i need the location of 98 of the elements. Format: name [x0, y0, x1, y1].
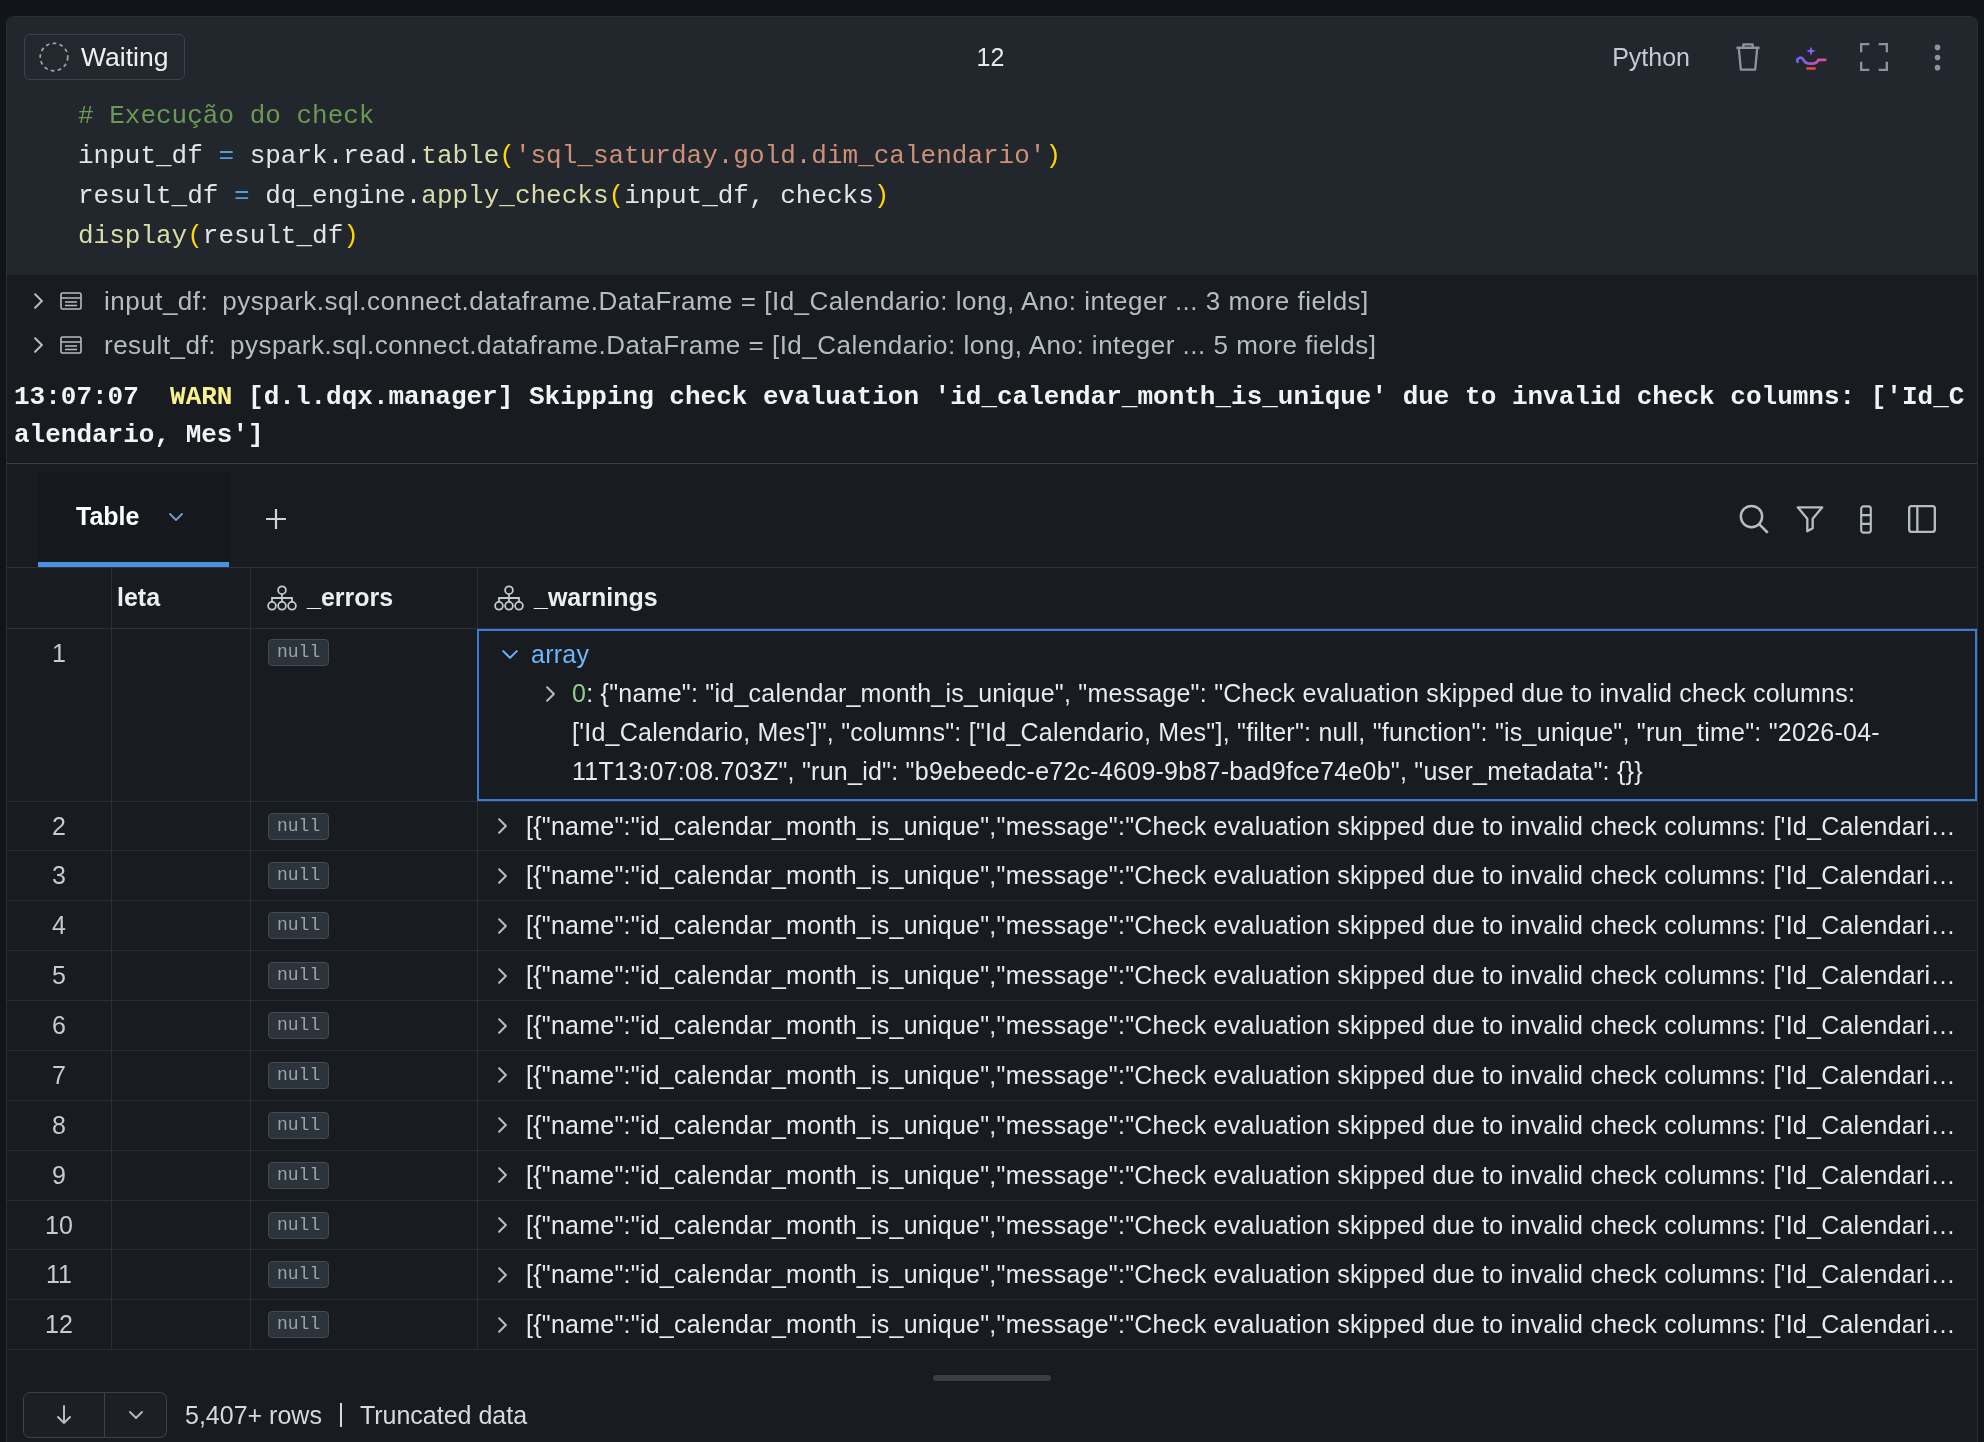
filter-icon[interactable]	[1796, 505, 1824, 534]
chevron-right-icon[interactable]	[498, 917, 507, 934]
schema-text: pyspark.sql.connect.dataframe.DataFrame = [Id_Calendario: long, Ano: integer ... 3 more fields]	[222, 285, 1369, 317]
chevron-right-icon[interactable]	[498, 1067, 507, 1084]
variable-name: result_df:	[104, 329, 216, 361]
json-summary: [{"name":"id_calendar_month_is_unique","message":"Check evaluation skipped due to invalid check columns: ['Id_Calendari…	[526, 811, 1956, 841]
log-message: 13:07:07 WARN [d.l.dqx.manager] Skipping check evaluation 'id_calendar_month_is_unique' due to invalid check columns: ['Id_Calendario, Mes']	[14, 381, 1966, 452]
chevron-right-icon[interactable]	[498, 818, 507, 834]
json-cell[interactable]: [{"name":"id_calendar_month_is_unique","message":"Check evaluation skipped due to invalid check columns: ['Id_Calendari…	[477, 1100, 1977, 1150]
table-icon	[60, 292, 82, 310]
json-cell[interactable]: [{"name":"id_calendar_month_is_unique","message":"Check evaluation skipped due to invalid check columns: ['Id_Calendari…	[477, 851, 1977, 901]
chevron-right-icon[interactable]	[34, 337, 43, 353]
chevron-right-icon[interactable]	[498, 867, 507, 884]
json-summary: [{"name":"id_calendar_month_is_unique","message":"Check evaluation skipped due to invalid check columns: ['Id_Calendari…	[526, 1110, 1956, 1140]
json-summary: [{"name":"id_calendar_month_is_unique","message":"Check evaluation skipped due to invalid check columns: ['Id_Calendari…	[526, 1260, 1956, 1290]
variable-name: input_df:	[104, 285, 209, 317]
json-summary: [{"name":"id_calendar_month_is_unique","message":"Check evaluation skipped due to invalid check columns: ['Id_Calendari…	[526, 861, 1956, 891]
json-summary: [{"name":"id_calendar_month_is_unique","message":"Check evaluation skipped due to invalid check columns: ['Id_Calendari…	[526, 1060, 1956, 1090]
json-summary: [{"name":"id_calendar_month_is_unique","message":"Check evaluation skipped due to invalid check columns: ['Id_Calendari…	[526, 961, 1956, 991]
arrow-down-icon	[56, 1405, 72, 1426]
chevron-right-icon[interactable]	[498, 1217, 507, 1233]
hierarchy-icon	[494, 584, 524, 611]
hierarchy-icon	[267, 584, 297, 611]
null-badge: null	[268, 1261, 330, 1289]
json-cell[interactable]: [{"name":"id_calendar_month_is_unique","message":"Check evaluation skipped due to invalid check columns: ['Id_Calendari…	[477, 1001, 1977, 1050]
sidebar-icon[interactable]	[1908, 505, 1936, 534]
row-number: 8	[52, 1110, 66, 1140]
column-bar-icon[interactable]	[1860, 504, 1872, 534]
cell-number: 12	[976, 42, 1005, 72]
chevron-down-icon[interactable]	[169, 512, 184, 521]
trash-icon[interactable]	[1735, 42, 1761, 72]
chevron-right-icon[interactable]	[498, 1316, 507, 1333]
plus-icon[interactable]	[265, 508, 288, 531]
json-cell[interactable]: [{"name":"id_calendar_month_is_unique","message":"Check evaluation skipped due to invalid check columns: ['Id_Calendari…	[477, 1300, 1977, 1350]
code-line: input_df = spark.read.table('sql_saturday.gold.dim_calendario')	[78, 140, 1061, 173]
table-icon	[60, 336, 82, 354]
row-number: 12	[45, 1310, 73, 1340]
null-badge: null	[268, 812, 330, 840]
row-number: 10	[45, 1210, 73, 1240]
null-badge: null	[268, 638, 330, 666]
column-header[interactable]: _errors	[307, 583, 394, 613]
null-badge: null	[268, 1161, 330, 1189]
row-number: 3	[52, 861, 66, 891]
json-cell[interactable]: [{"name":"id_calendar_month_is_unique","message":"Check evaluation skipped due to invalid check columns: ['Id_Calendari…	[477, 1150, 1977, 1200]
json-cell[interactable]: [{"name":"id_calendar_month_is_unique","message":"Check evaluation skipped due to invalid check columns: ['Id_Calendari…	[477, 901, 1977, 951]
chevron-down-icon[interactable]	[502, 649, 518, 659]
json-summary: [{"name":"id_calendar_month_is_unique","message":"Check evaluation skipped due to invalid check columns: ['Id_Calendari…	[526, 911, 1956, 941]
search-icon[interactable]	[1739, 504, 1769, 535]
null-badge: null	[268, 1311, 330, 1339]
row-number: 6	[52, 1011, 66, 1040]
status-button[interactable]: Waiting	[24, 34, 186, 80]
null-badge: null	[268, 912, 330, 940]
json-cell[interactable]	[477, 628, 1977, 801]
chevron-down-icon	[128, 1411, 143, 1420]
column-header[interactable]: leta	[117, 583, 161, 613]
chevron-right-icon[interactable]	[498, 1117, 507, 1134]
code-line: display(result_df)	[78, 220, 359, 253]
json-summary: [{"name":"id_calendar_month_is_unique","message":"Check evaluation skipped due to invalid check columns: ['Id_Calendari…	[526, 1160, 1956, 1190]
json-cell[interactable]: [{"name":"id_calendar_month_is_unique","message":"Check evaluation skipped due to invalid check columns: ['Id_Calendari…	[477, 951, 1977, 1001]
row-number: 11	[46, 1260, 72, 1290]
column-header[interactable]: _warnings	[534, 583, 658, 613]
language-selector[interactable]: Python	[1612, 42, 1690, 72]
row-number: 7	[52, 1060, 66, 1090]
fullscreen-icon[interactable]	[1860, 43, 1888, 71]
type-label: array	[531, 639, 590, 669]
null-badge: null	[268, 1211, 330, 1239]
chevron-right-icon[interactable]	[498, 967, 507, 984]
more-options-icon[interactable]	[1933, 43, 1941, 71]
null-badge: null	[268, 862, 330, 890]
code-line: result_df = dq_engine.apply_checks(input_df, checks)	[78, 180, 890, 213]
json-cell[interactable]: [{"name":"id_calendar_month_is_unique","message":"Check evaluation skipped due to invalid check columns: ['Id_Calendari…	[477, 1050, 1977, 1100]
schema-text: pyspark.sql.connect.dataframe.DataFrame = [Id_Calendario: long, Ano: integer ... 5 more fields]	[229, 329, 1377, 361]
chevron-right-icon[interactable]	[498, 1167, 507, 1184]
json-summary: [{"name":"id_calendar_month_is_unique","message":"Check evaluation skipped due to invalid check columns: ['Id_Calendari…	[526, 1210, 1956, 1240]
null-badge: null	[268, 1061, 330, 1089]
row-number: 2	[52, 811, 66, 841]
chevron-right-icon[interactable]	[34, 293, 43, 309]
null-badge: null	[268, 1111, 330, 1139]
null-badge: null	[268, 1012, 330, 1039]
truncation-note: Truncated data	[359, 1400, 528, 1430]
scrollbar-thumb[interactable]	[933, 1375, 1051, 1382]
null-badge: null	[268, 962, 330, 990]
json-summary: [{"name":"id_calendar_month_is_unique","message":"Check evaluation skipped due to invalid check columns: ['Id_Calendari…	[526, 1011, 1956, 1040]
row-number: 1	[52, 638, 66, 668]
json-cell[interactable]: [{"name":"id_calendar_month_is_unique","message":"Check evaluation skipped due to invalid check columns: ['Id_Calendari…	[477, 1200, 1977, 1250]
json-cell[interactable]: [{"name":"id_calendar_month_is_unique","message":"Check evaluation skipped due to invalid check columns: ['Id_Calendari…	[477, 801, 1977, 851]
chevron-right-icon[interactable]	[546, 685, 555, 702]
json-entry: 0: {"name": "id_calendar_month_is_unique", "message": "Check evaluation skipped due to invalid check columns: ['Id_Calendario, Mes']", "columns": ["Id_Calendario, Mes"], "filter": null, "function": "is_unique", "run_time": "2026-04-11T13:07:08.703Z", "run_id": "b9ebeedc-e72c-4609-9b87-bad9fce74e0b", "user_metadata": {}}	[572, 677, 1881, 787]
json-summary: [{"name":"id_calendar_month_is_unique","message":"Check evaluation skipped due to invalid check columns: ['Id_Calendari…	[526, 1310, 1956, 1340]
chevron-right-icon[interactable]	[498, 1017, 507, 1034]
row-number: 5	[52, 961, 66, 991]
row-number: 9	[52, 1160, 66, 1190]
spinner-icon	[39, 42, 69, 72]
json-cell[interactable]: [{"name":"id_calendar_month_is_unique","message":"Check evaluation skipped due to invalid check columns: ['Id_Calendari…	[477, 1250, 1977, 1300]
row-number: 4	[52, 911, 66, 941]
code-line: # Execução do check	[78, 100, 375, 133]
chevron-right-icon[interactable]	[498, 1266, 507, 1283]
row-count: 5,407+ rows	[185, 1400, 322, 1430]
